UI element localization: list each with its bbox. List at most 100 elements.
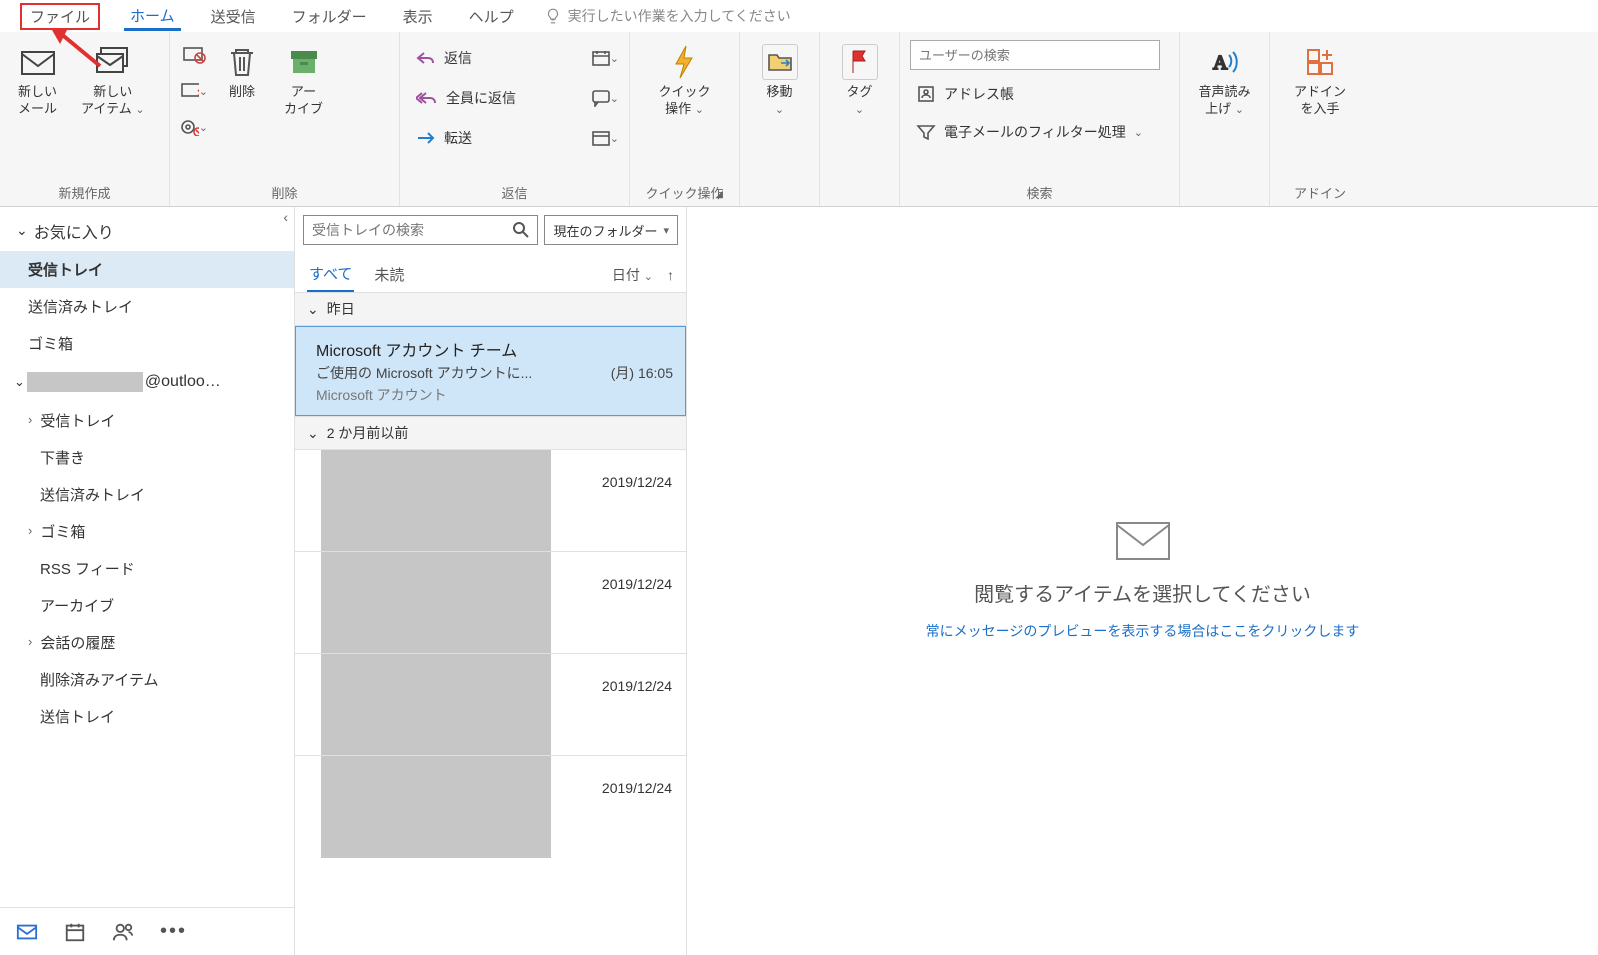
nav-mail-icon[interactable]	[16, 921, 38, 943]
people-search-input[interactable]	[910, 40, 1160, 70]
group-yesterday[interactable]: ⌄昨日	[295, 292, 686, 326]
nav-people-icon[interactable]	[112, 921, 134, 943]
delete-button[interactable]: 削除	[216, 40, 268, 105]
ribbon-group-tag-spacer	[830, 183, 889, 204]
ribbon: 新しい メール 新しい アイテム ⌄ 新規作成 ⌄ ⌄ 削除	[0, 32, 1598, 207]
addressbook-button[interactable]: アドレス帳	[910, 80, 1020, 108]
envelope-icon	[1115, 521, 1171, 564]
im-button[interactable]: ⌄	[591, 87, 619, 109]
favorites-header[interactable]: お気に入り	[0, 207, 294, 251]
filter-unread[interactable]: 未読	[372, 258, 406, 291]
svg-text:A: A	[1213, 52, 1228, 74]
tab-help[interactable]: ヘルプ	[463, 2, 520, 31]
tab-folder[interactable]: フォルダー	[286, 2, 373, 31]
msg-date: 2019/12/24	[602, 450, 686, 551]
delete-label: 削除	[229, 84, 255, 101]
new-item-label: 新しい アイテム ⌄	[81, 84, 145, 118]
folder-rss[interactable]: RSS フィード	[0, 550, 294, 587]
forward-button[interactable]: 転送	[410, 124, 478, 152]
folder-sent[interactable]: 送信済みトレイ	[0, 476, 294, 513]
cleanup-button[interactable]: ⌄	[180, 80, 208, 102]
redacted-block	[321, 450, 551, 551]
dialog-launcher-icon[interactable]: ◢	[715, 189, 723, 200]
tab-home[interactable]: ホーム	[124, 1, 181, 31]
speech-icon: A	[1206, 44, 1242, 80]
folder-deleted[interactable]: 削除済みアイテム	[0, 661, 294, 698]
nav-calendar-icon[interactable]	[64, 921, 86, 943]
meeting-button[interactable]: ⌄	[591, 47, 619, 69]
msg-preview: Microsoft アカウント	[316, 385, 673, 405]
message-item-redacted[interactable]: 2019/12/24	[295, 654, 686, 756]
search-icon[interactable]	[505, 216, 537, 244]
folder-trash[interactable]: ゴミ箱	[0, 513, 294, 550]
tag-label: タグ⌄	[846, 84, 872, 118]
group-older[interactable]: ⌄2 か月前以前	[295, 416, 686, 450]
junk-button[interactable]: ⌄	[180, 116, 208, 138]
reply-all-button[interactable]: 全員に返信	[410, 84, 522, 112]
tab-bar: ファイル ホーム 送受信 フォルダー 表示 ヘルプ 実行したい作業を入力してくだ…	[0, 0, 1598, 32]
new-mail-label: 新しい メール	[18, 84, 57, 118]
ribbon-group-addin-label: アドイン	[1280, 179, 1360, 204]
reading-pane-prompt: 閲覧するアイテムを選択してください	[974, 578, 1311, 607]
nav-bar: •••	[0, 907, 294, 955]
sort-by[interactable]: 日付 ⌄	[612, 265, 653, 285]
tab-sendrecv[interactable]: 送受信	[205, 2, 262, 31]
nav-more-icon[interactable]: •••	[160, 920, 187, 943]
folder-drafts[interactable]: 下書き	[0, 439, 294, 476]
ribbon-group-delete-label: 削除	[180, 179, 389, 204]
reply-icon	[416, 50, 436, 66]
reading-pane-link[interactable]: 常にメッセージのプレビューを表示する場合はここをクリックします	[926, 621, 1360, 641]
ribbon-group-reply-label: 返信	[410, 179, 619, 204]
new-item-button[interactable]: 新しい アイテム ⌄	[73, 40, 153, 122]
quick-label: クイック 操作 ⌄	[658, 84, 710, 118]
message-search-input[interactable]	[304, 216, 505, 244]
message-search[interactable]	[303, 215, 538, 245]
fav-inbox[interactable]: 受信トレイ	[0, 251, 294, 288]
addressbook-icon	[916, 85, 936, 103]
quick-steps-button[interactable]: クイック 操作 ⌄	[650, 40, 718, 122]
msg-from: Microsoft アカウント チーム	[316, 337, 673, 361]
lightbulb-icon	[544, 7, 562, 25]
folder-archive[interactable]: アーカイブ	[0, 587, 294, 624]
reply-button[interactable]: 返信	[410, 44, 478, 72]
flag-icon	[842, 44, 878, 80]
fav-trash[interactable]: ゴミ箱	[0, 325, 294, 362]
folder-outbox[interactable]: 送信トレイ	[0, 698, 294, 735]
tell-me[interactable]: 実行したい作業を入力してください	[544, 6, 791, 26]
move-button[interactable]: 移動⌄	[754, 40, 806, 122]
ignore-button[interactable]	[180, 44, 208, 66]
more-reply-button[interactable]: ⌄	[591, 127, 619, 149]
addin-icon	[1302, 44, 1338, 80]
funnel-icon	[916, 123, 936, 141]
message-item-redacted[interactable]: 2019/12/24	[295, 552, 686, 654]
msg-date: 2019/12/24	[602, 756, 686, 858]
redacted-block	[321, 552, 551, 653]
message-list: 現在のフォルダー▾ すべて 未読 日付 ⌄ ↑ ⌄昨日 Microsoft アカ…	[295, 207, 687, 955]
filter-button[interactable]: 電子メールのフィルター処理 ⌄	[910, 118, 1149, 146]
filter-all[interactable]: すべて	[307, 257, 354, 292]
reply-all-icon	[416, 90, 438, 106]
message-item-redacted[interactable]: 2019/12/24	[295, 756, 686, 858]
search-scope-dropdown[interactable]: 現在のフォルダー▾	[544, 215, 678, 245]
sort-dir[interactable]: ↑	[667, 267, 674, 283]
ribbon-group-move-spacer	[750, 183, 809, 204]
tab-view[interactable]: 表示	[397, 2, 439, 31]
account-header[interactable]: ⌄ @outloo…	[0, 362, 294, 402]
message-item-1[interactable]: Microsoft アカウント チーム ご使用の Microsoft アカウント…	[295, 326, 686, 416]
redacted-block	[321, 756, 551, 858]
redacted-block	[321, 654, 551, 755]
get-addins-button[interactable]: アドイン を入手	[1286, 40, 1354, 122]
message-item-redacted[interactable]: 2019/12/24	[295, 450, 686, 552]
tab-file[interactable]: ファイル	[20, 3, 100, 30]
read-aloud-button[interactable]: A 音声読み 上げ ⌄	[1190, 40, 1258, 122]
archive-button[interactable]: アー カイブ	[276, 40, 331, 122]
tag-button[interactable]: タグ⌄	[834, 40, 886, 122]
folder-inbox[interactable]: 受信トレイ	[0, 402, 294, 439]
new-mail-button[interactable]: 新しい メール	[10, 40, 65, 122]
folder-conversation[interactable]: 会話の履歴	[0, 624, 294, 661]
mail-stack-icon	[95, 44, 131, 80]
msg-date: 2019/12/24	[602, 654, 686, 755]
collapse-folder-pane[interactable]: ‹	[283, 209, 288, 225]
fav-sent[interactable]: 送信済みトレイ	[0, 288, 294, 325]
forward-label: 転送	[444, 128, 472, 148]
